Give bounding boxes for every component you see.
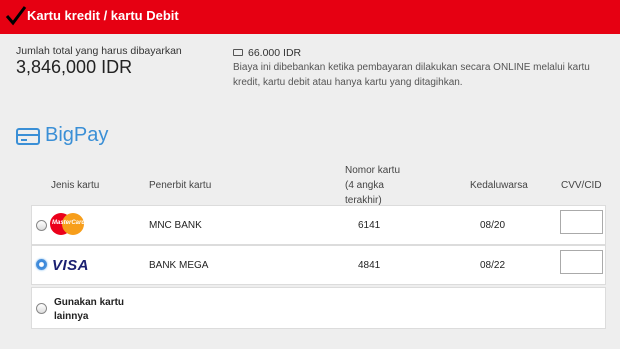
card-radio-other[interactable] [36,303,47,314]
card-icon [16,128,40,145]
card-issuer: BANK MEGA [149,260,209,271]
card-row-other[interactable]: Gunakan kartu lainnya [31,287,606,329]
card-last4: 4841 [358,260,381,271]
card-expiry: 08/22 [480,260,506,271]
column-header-issuer: Penerbit kartu [149,180,212,191]
bigpay-logo-text: BigPay [45,124,109,146]
card-expiry: 08/20 [480,220,506,231]
card-last4: 6141 [358,220,381,231]
money-icon [233,49,243,56]
visa-icon: VISA [52,257,90,274]
card-radio-visa[interactable] [36,259,47,270]
mastercard-icon: MasterCard [50,213,85,235]
column-header-card-type: Jenis kartu [51,180,100,191]
page-title: Kartu kredit / kartu Debit [27,8,179,23]
card-issuer: MNC BANK [149,220,202,231]
card-row-visa[interactable]: VISA BANK MEGA 4841 08/22 [31,245,606,285]
fee-amount: 66.000 IDR [248,47,302,59]
fee-amount-row: 66.000 IDR [233,47,301,59]
card-radio-mastercard[interactable] [36,220,47,231]
checkmark-icon [5,6,27,26]
column-header-cvv: CVV/CID [561,180,602,191]
fee-note: Biaya ini dibebankan ketika pembayaran d… [233,62,590,88]
column-header-expiry: Kedaluwarsa [470,180,528,191]
other-card-label: Gunakan kartu lainnya [54,297,125,322]
total-label: Jumlah total yang harus dibayarkan [16,45,182,57]
cvv-input[interactable] [560,210,603,234]
card-row-mastercard[interactable]: MasterCard MNC BANK 6141 08/20 [31,205,606,245]
page-header: Kartu kredit / kartu Debit [0,0,620,34]
total-amount: 3,846,000 IDR [16,57,133,77]
cvv-input[interactable] [560,250,603,274]
column-header-card-number: Nomor kartu (4 angka terakhir) [345,165,401,206]
